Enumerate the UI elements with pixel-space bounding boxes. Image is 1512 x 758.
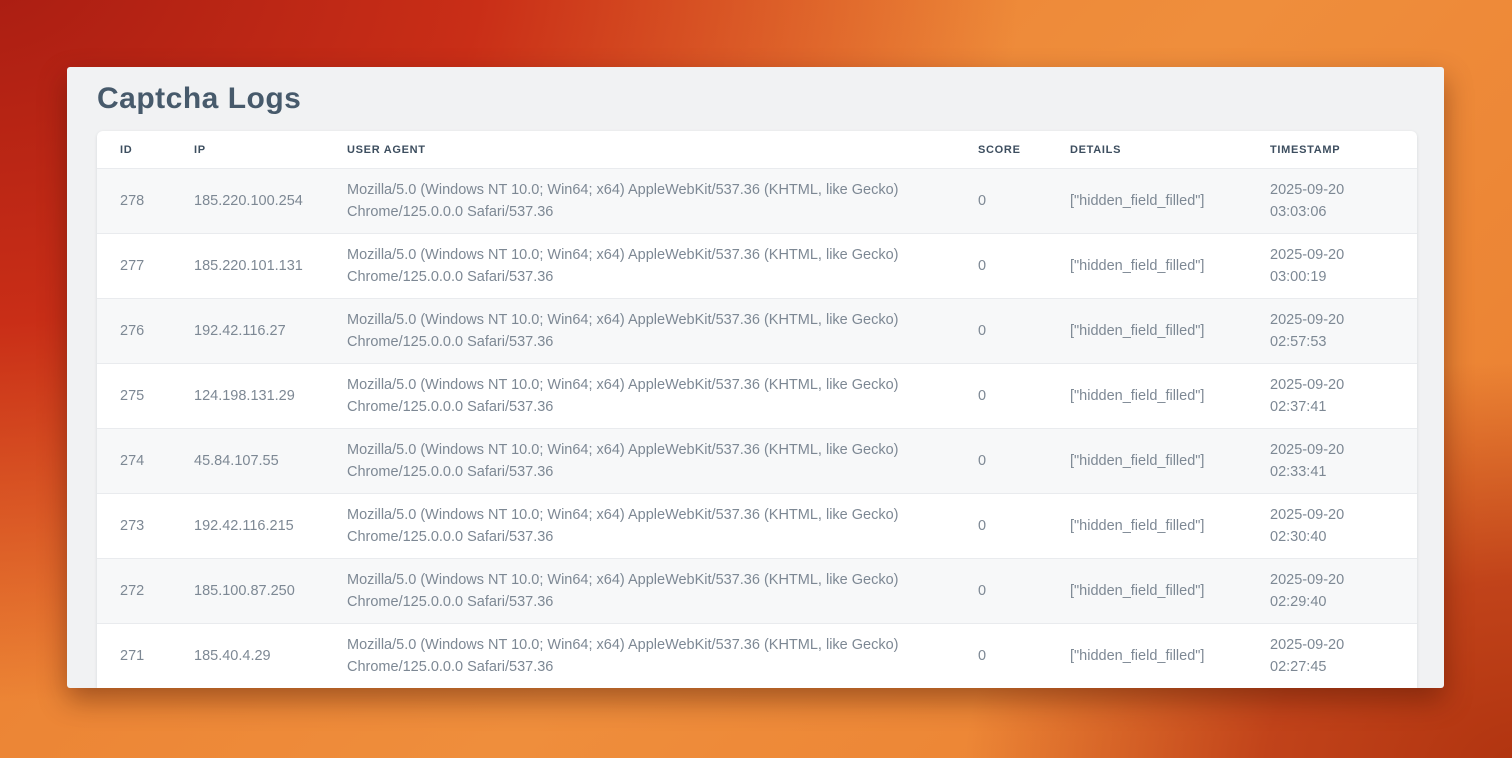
cell-ip: 192.42.116.27	[171, 299, 324, 364]
cell-timestamp: 2025-09-20 02:30:40	[1247, 494, 1417, 559]
cell-id: 275	[97, 364, 171, 429]
cell-user_agent: Mozilla/5.0 (Windows NT 10.0; Win64; x64…	[324, 169, 955, 234]
column-header-details: DETAILS	[1047, 131, 1247, 169]
table-row: 278185.220.100.254Mozilla/5.0 (Windows N…	[97, 169, 1417, 234]
table-row: 276192.42.116.27Mozilla/5.0 (Windows NT …	[97, 299, 1417, 364]
cell-timestamp: 2025-09-20 02:57:53	[1247, 299, 1417, 364]
cell-details: ["hidden_field_filled"]	[1047, 494, 1247, 559]
table-row: 273192.42.116.215Mozilla/5.0 (Windows NT…	[97, 494, 1417, 559]
cell-score: 0	[955, 559, 1047, 624]
cell-timestamp: 2025-09-20 02:29:40	[1247, 559, 1417, 624]
cell-score: 0	[955, 364, 1047, 429]
cell-timestamp: 2025-09-20 02:33:41	[1247, 429, 1417, 494]
cell-score: 0	[955, 299, 1047, 364]
cell-details: ["hidden_field_filled"]	[1047, 234, 1247, 299]
table-row: 275124.198.131.29Mozilla/5.0 (Windows NT…	[97, 364, 1417, 429]
cell-score: 0	[955, 494, 1047, 559]
cell-user_agent: Mozilla/5.0 (Windows NT 10.0; Win64; x64…	[324, 234, 955, 299]
cell-user_agent: Mozilla/5.0 (Windows NT 10.0; Win64; x64…	[324, 559, 955, 624]
cell-timestamp: 2025-09-20 02:27:45	[1247, 624, 1417, 689]
cell-ip: 185.220.101.131	[171, 234, 324, 299]
cell-ip: 192.42.116.215	[171, 494, 324, 559]
cell-user_agent: Mozilla/5.0 (Windows NT 10.0; Win64; x64…	[324, 299, 955, 364]
cell-timestamp: 2025-09-20 03:03:06	[1247, 169, 1417, 234]
cell-details: ["hidden_field_filled"]	[1047, 429, 1247, 494]
cell-ip: 185.40.4.29	[171, 624, 324, 689]
cell-ip: 185.220.100.254	[171, 169, 324, 234]
column-header-ip: IP	[171, 131, 324, 169]
cell-ip: 124.198.131.29	[171, 364, 324, 429]
cell-id: 274	[97, 429, 171, 494]
cell-user_agent: Mozilla/5.0 (Windows NT 10.0; Win64; x64…	[324, 364, 955, 429]
cell-timestamp: 2025-09-20 03:00:19	[1247, 234, 1417, 299]
cell-id: 277	[97, 234, 171, 299]
cell-id: 276	[97, 299, 171, 364]
cell-details: ["hidden_field_filled"]	[1047, 559, 1247, 624]
cell-ip: 185.100.87.250	[171, 559, 324, 624]
table-header: IDIPUSER AGENTSCOREDETAILSTIMESTAMP	[97, 131, 1417, 169]
cell-timestamp: 2025-09-20 02:37:41	[1247, 364, 1417, 429]
table-row: 277185.220.101.131Mozilla/5.0 (Windows N…	[97, 234, 1417, 299]
cell-id: 272	[97, 559, 171, 624]
cell-ip: 45.84.107.55	[171, 429, 324, 494]
cell-id: 271	[97, 624, 171, 689]
cell-user_agent: Mozilla/5.0 (Windows NT 10.0; Win64; x64…	[324, 624, 955, 689]
cell-user_agent: Mozilla/5.0 (Windows NT 10.0; Win64; x64…	[324, 494, 955, 559]
cell-score: 0	[955, 234, 1047, 299]
cell-details: ["hidden_field_filled"]	[1047, 624, 1247, 689]
cell-score: 0	[955, 429, 1047, 494]
cell-details: ["hidden_field_filled"]	[1047, 299, 1247, 364]
cell-details: ["hidden_field_filled"]	[1047, 169, 1247, 234]
column-header-user_agent: USER AGENT	[324, 131, 955, 169]
captcha-logs-page[interactable]: Captcha Logs IDIPUSER AGENTSCOREDETAILST…	[67, 67, 1444, 688]
column-header-timestamp: TIMESTAMP	[1247, 131, 1417, 169]
column-header-score: SCORE	[955, 131, 1047, 169]
page-title: Captcha Logs	[97, 82, 1417, 116]
table-row: 272185.100.87.250Mozilla/5.0 (Windows NT…	[97, 559, 1417, 624]
captcha-log-table: IDIPUSER AGENTSCOREDETAILSTIMESTAMP 2781…	[97, 131, 1417, 688]
cell-id: 278	[97, 169, 171, 234]
cell-user_agent: Mozilla/5.0 (Windows NT 10.0; Win64; x64…	[324, 429, 955, 494]
cell-id: 273	[97, 494, 171, 559]
cell-score: 0	[955, 624, 1047, 689]
captcha-log-table-card: IDIPUSER AGENTSCOREDETAILSTIMESTAMP 2781…	[97, 131, 1417, 688]
cell-score: 0	[955, 169, 1047, 234]
table-row: 27445.84.107.55Mozilla/5.0 (Windows NT 1…	[97, 429, 1417, 494]
table-body: 278185.220.100.254Mozilla/5.0 (Windows N…	[97, 169, 1417, 689]
table-header-row: IDIPUSER AGENTSCOREDETAILSTIMESTAMP	[97, 131, 1417, 169]
table-row: 271185.40.4.29Mozilla/5.0 (Windows NT 10…	[97, 624, 1417, 689]
column-header-id: ID	[97, 131, 171, 169]
cell-details: ["hidden_field_filled"]	[1047, 364, 1247, 429]
